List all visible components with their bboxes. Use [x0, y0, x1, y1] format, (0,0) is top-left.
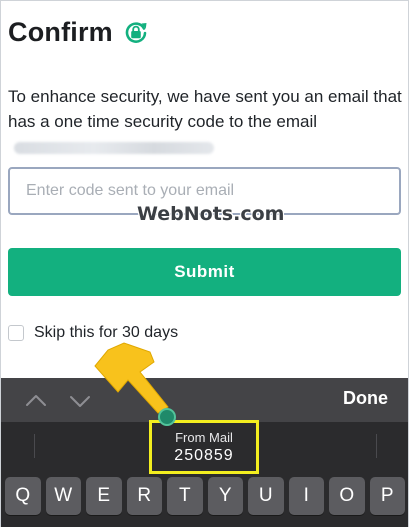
key-e[interactable]: E — [86, 477, 122, 515]
description-text: To enhance security, we have sent you an… — [8, 87, 402, 131]
suggestion-code: 250859 — [174, 447, 234, 464]
key-i[interactable]: I — [288, 477, 324, 515]
chevron-down-icon[interactable] — [69, 390, 91, 412]
suggestion-source: From Mail — [175, 430, 233, 445]
page-title: Confirm — [8, 16, 113, 47]
watermark-logo: WebNots.com — [137, 203, 285, 225]
submit-button[interactable]: Submit — [8, 248, 401, 296]
key-y[interactable]: Y — [207, 477, 243, 515]
keyboard-accessory-bar: Done — [1, 378, 408, 422]
skip-option[interactable]: Skip this for 30 days — [8, 322, 178, 344]
key-r[interactable]: R — [126, 477, 162, 515]
chevron-up-icon[interactable] — [25, 390, 47, 412]
suggestion-divider — [376, 434, 377, 458]
key-u[interactable]: U — [248, 477, 284, 515]
done-button[interactable]: Done — [343, 388, 388, 409]
key-o[interactable]: O — [329, 477, 365, 515]
keyboard-row-1: QWERTYUIOP — [5, 477, 405, 515]
key-p[interactable]: P — [369, 477, 405, 515]
autofill-code-suggestion[interactable]: From Mail 250859 — [149, 420, 259, 474]
blurred-email — [14, 141, 214, 154]
skip-checkbox[interactable] — [8, 325, 24, 341]
skip-label: Skip this for 30 days — [34, 324, 179, 341]
key-t[interactable]: T — [167, 477, 203, 515]
key-q[interactable]: Q — [5, 477, 41, 515]
suggestion-divider — [34, 434, 35, 458]
header: Confirm — [8, 14, 149, 50]
key-w[interactable]: W — [45, 477, 81, 515]
security-description: To enhance security, we have sent you an… — [8, 84, 403, 159]
lock-refresh-icon — [125, 22, 147, 43]
